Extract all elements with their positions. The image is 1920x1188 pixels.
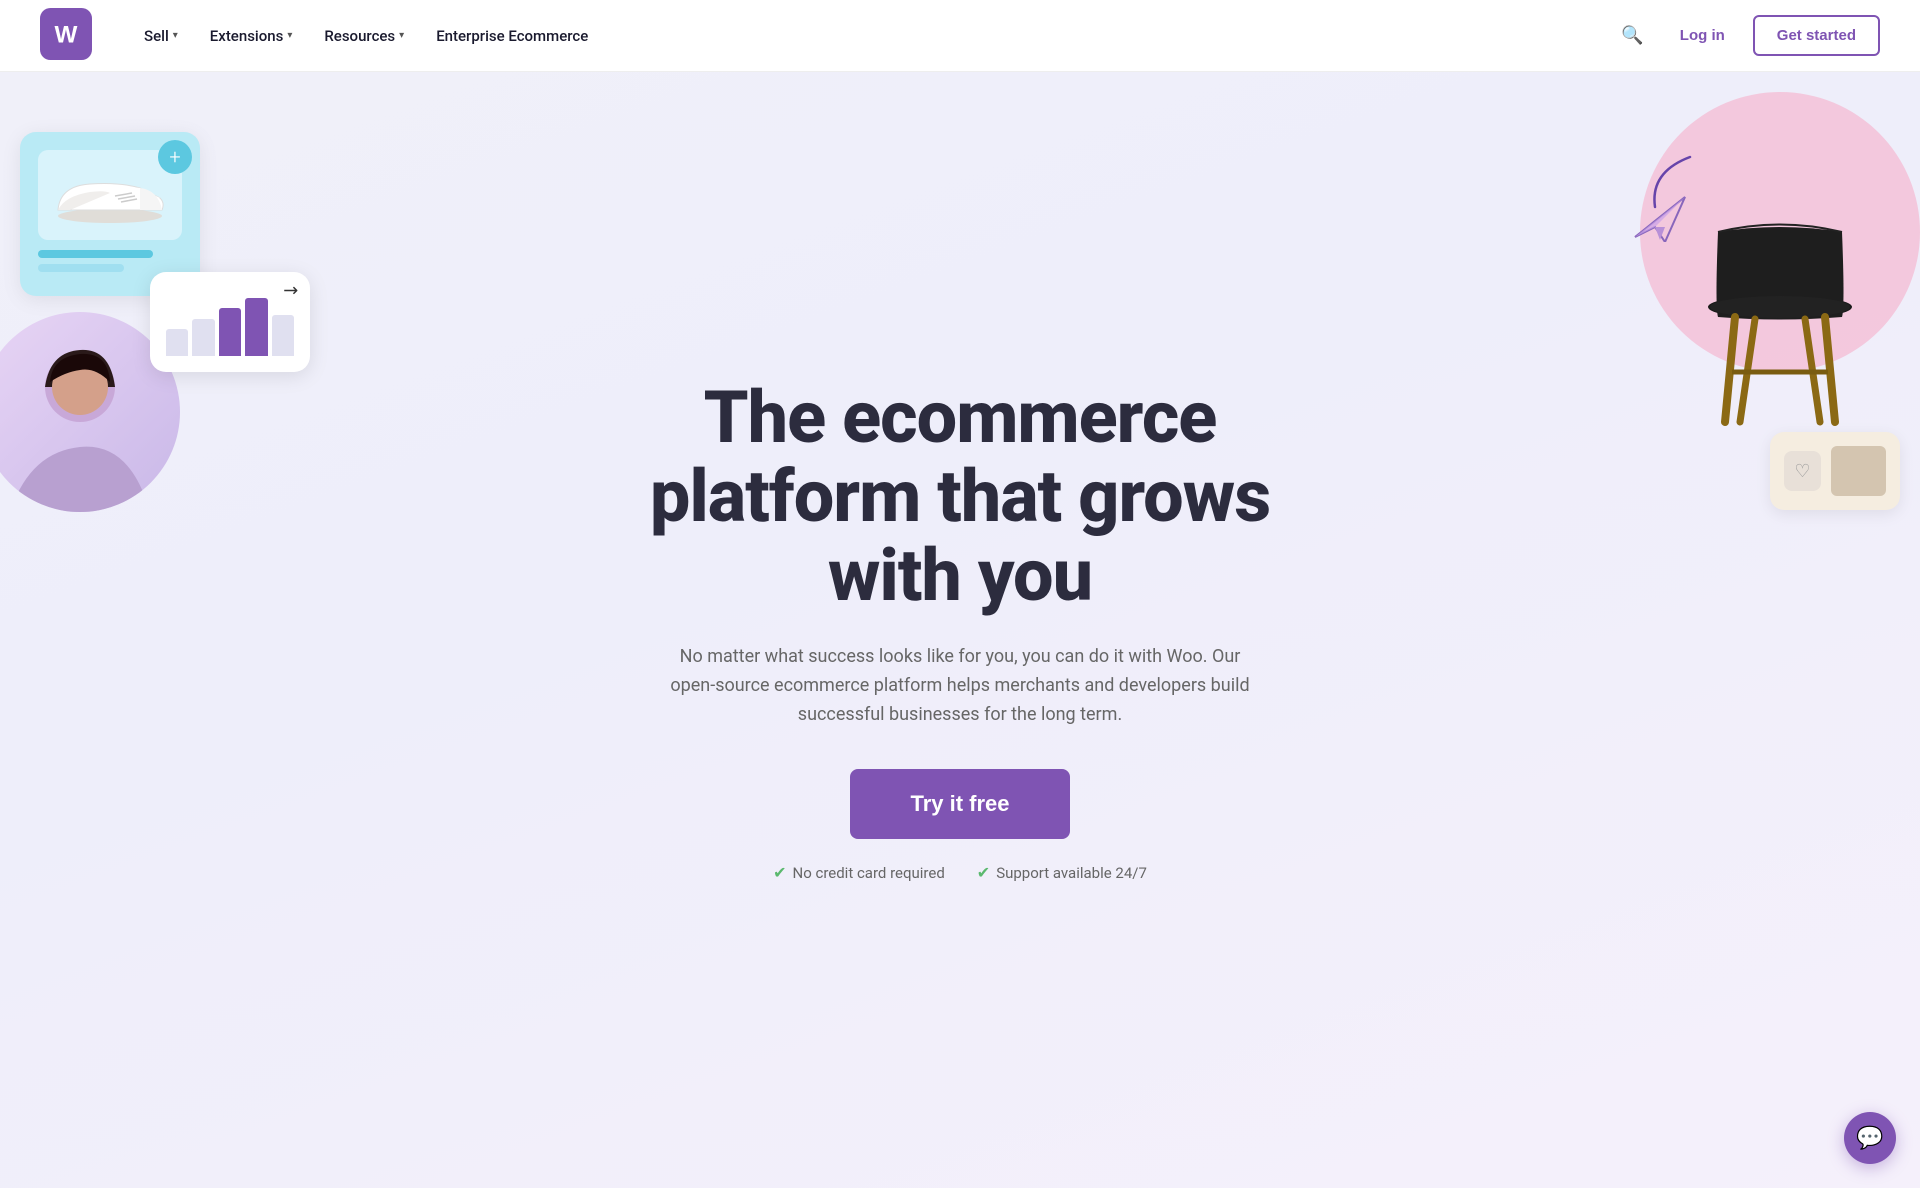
main-nav: W Sell ▾ Extensions ▾ Resources ▾ Enterp… <box>0 0 1920 72</box>
product-thumbnail <box>1831 446 1886 496</box>
support-badge: ✔ Support available 24/7 <box>977 863 1147 882</box>
nav-actions: 🔍 Log in Get started <box>1613 15 1880 56</box>
chat-bubble-button[interactable]: 💬 <box>1844 1112 1896 1164</box>
check-icon-2: ✔ <box>977 863 990 882</box>
curve-decoration <box>1640 152 1700 212</box>
analytics-card-decoration: ↗ <box>150 272 310 372</box>
no-credit-card-badge: ✔ No credit card required <box>773 863 945 882</box>
product-details-bars <box>38 250 182 272</box>
add-product-icon: + <box>158 140 192 174</box>
chat-icon: 💬 <box>1856 1126 1883 1151</box>
check-icon-1: ✔ <box>773 863 786 882</box>
search-icon: 🔍 <box>1621 25 1643 45</box>
logo[interactable]: W <box>40 8 92 64</box>
no-credit-card-text: No credit card required <box>793 864 945 882</box>
support-text: Support available 24/7 <box>996 864 1147 882</box>
nav-resources[interactable]: Resources ▾ <box>312 19 416 53</box>
hero-title: The ecommerce platform that grows with y… <box>620 378 1300 616</box>
resources-chevron-icon: ▾ <box>399 30 404 41</box>
extensions-chevron-icon: ▾ <box>287 30 292 41</box>
login-button[interactable]: Log in <box>1668 19 1737 52</box>
search-button[interactable]: 🔍 <box>1613 17 1651 54</box>
chair-illustration <box>1680 152 1880 436</box>
sell-chevron-icon: ▾ <box>173 30 178 41</box>
wishlist-card-decoration: ♡ <box>1770 432 1900 510</box>
nav-enterprise[interactable]: Enterprise Ecommerce <box>424 19 600 53</box>
hero-section: + ↗ <box>0 72 1920 1188</box>
nav-links: Sell ▾ Extensions ▾ Resources ▾ Enterpri… <box>132 19 1613 53</box>
svg-text:W: W <box>55 21 78 48</box>
get-started-button[interactable]: Get started <box>1753 15 1880 56</box>
trend-up-icon: ↗ <box>278 278 304 304</box>
shoe-illustration <box>50 168 170 223</box>
hero-badges: ✔ No credit card required ✔ Support avai… <box>620 863 1300 882</box>
hero-subtitle: No matter what success looks like for yo… <box>660 643 1260 729</box>
hero-content: The ecommerce platform that grows with y… <box>620 378 1300 883</box>
nav-extensions[interactable]: Extensions ▾ <box>198 19 305 53</box>
try-it-free-button[interactable]: Try it free <box>850 769 1069 839</box>
nav-sell[interactable]: Sell ▾ <box>132 19 190 53</box>
wishlist-heart-icon: ♡ <box>1784 451 1821 491</box>
